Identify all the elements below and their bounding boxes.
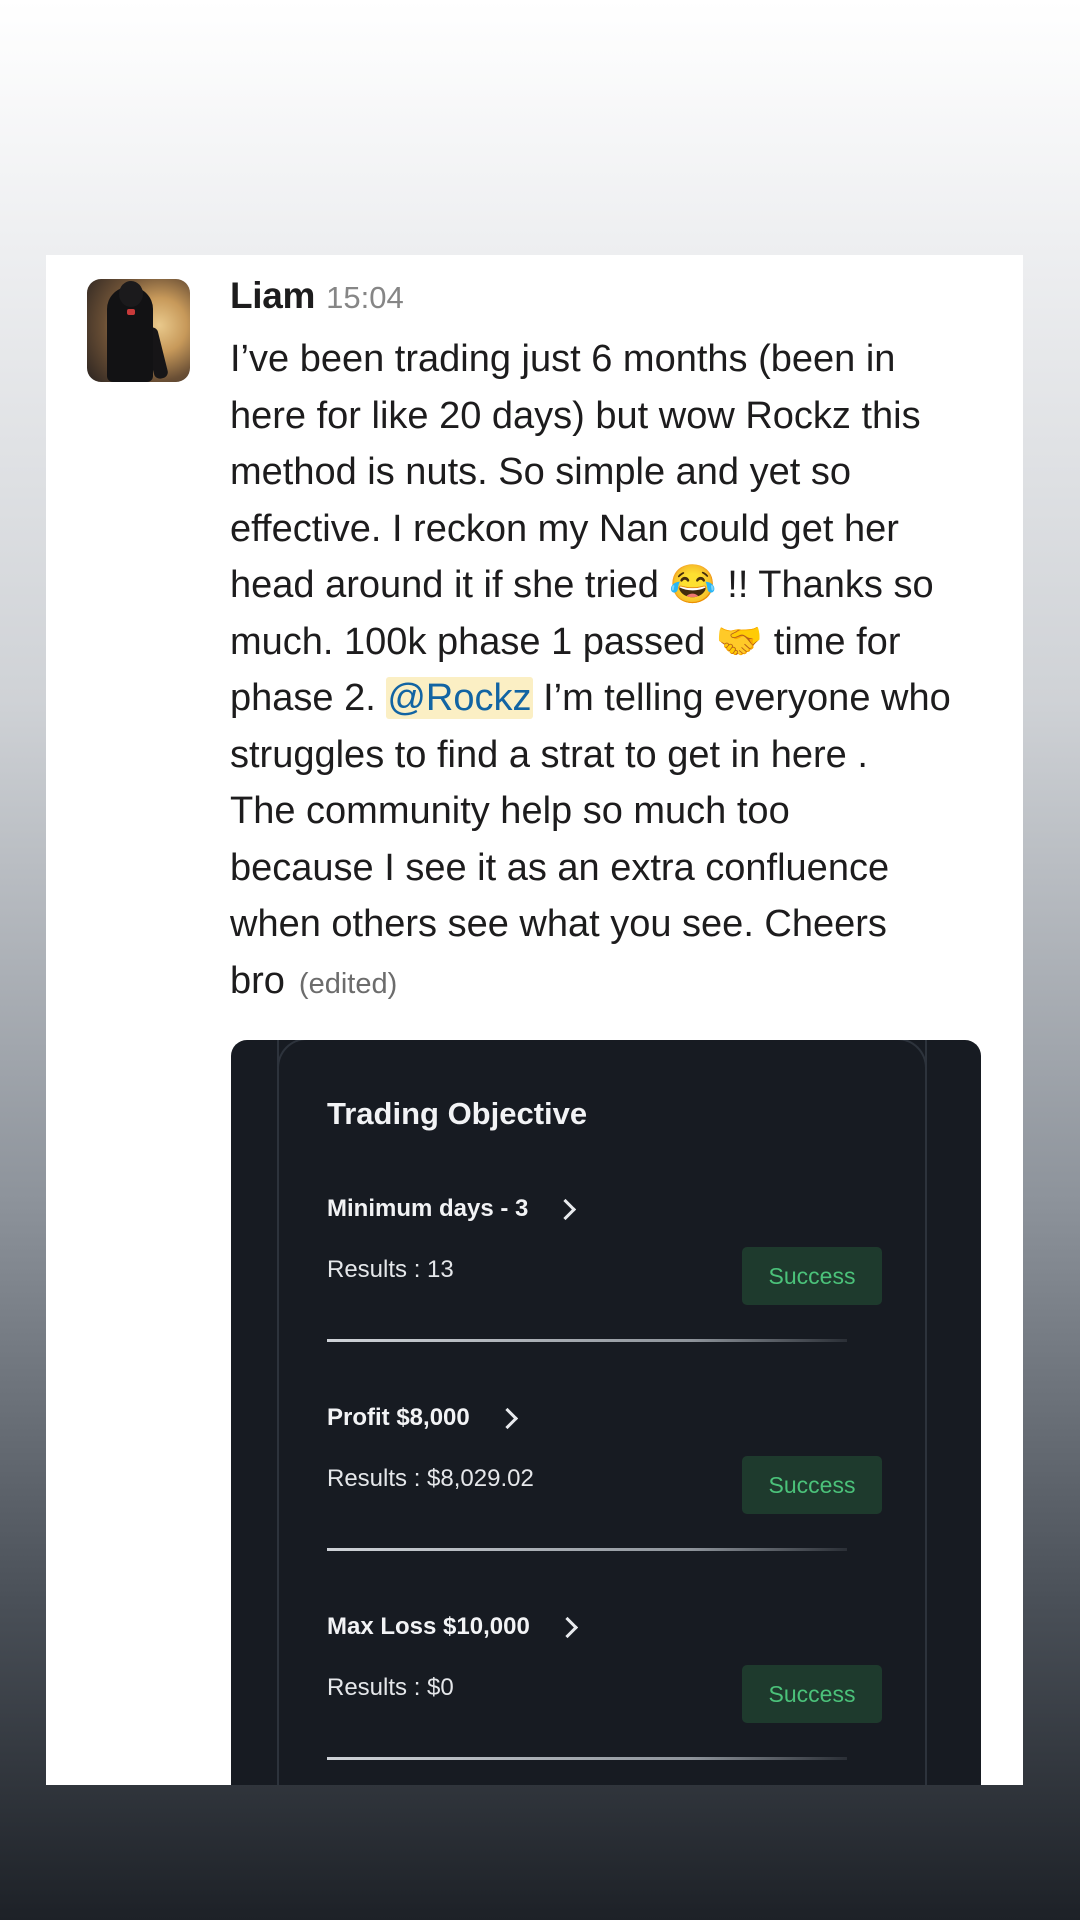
message-text: head around it if she tried xyxy=(230,564,659,606)
objective-result: Results : $8,029.02 xyxy=(327,1465,534,1492)
message-line: I’ve been trading just 6 months (been in xyxy=(230,338,896,380)
divider xyxy=(327,1339,847,1342)
message-timestamp[interactable]: 15:04 xyxy=(326,280,404,316)
message-text: !! Thanks so xyxy=(716,564,934,606)
laughing-emoji-icon: 😂 xyxy=(669,564,717,606)
message-text: phase 2. xyxy=(230,677,376,719)
status-badge: Success xyxy=(742,1247,882,1305)
message-line: here for like 20 days) but wow Rockz thi… xyxy=(230,394,921,437)
message-line: struggles to find a strat to get in here… xyxy=(230,733,868,776)
user-mention[interactable]: @Rockz xyxy=(386,677,533,719)
message-line: because I see it as an extra confluence xyxy=(230,846,890,889)
message-line: phase 2. @Rockz I’m telling everyone who xyxy=(230,670,1020,727)
edited-label: (edited) xyxy=(298,967,398,1000)
chevron-right-icon xyxy=(556,1616,578,1638)
attachment-title: Trading Objective xyxy=(327,1096,588,1131)
message-line: much. 100k phase 1 passed 🤝 time for xyxy=(230,614,1020,671)
message-line: method is nuts. So simple and yet so xyxy=(230,451,851,493)
image-attachment[interactable]: Trading Objective Minimum days - 3 Resul… xyxy=(231,1040,981,1785)
divider xyxy=(327,1757,847,1760)
avatar[interactable] xyxy=(87,279,190,382)
chevron-right-icon xyxy=(555,1198,577,1220)
author-name[interactable]: Liam xyxy=(230,275,315,317)
objective-row: Minimum days - 3 Results : 13 Success xyxy=(327,1195,887,1404)
message-card: Liam 15:04 I’ve been trading just 6 mont… xyxy=(46,255,1023,1785)
message-line: The community help so much too xyxy=(230,790,790,832)
objective-result: Results : 13 xyxy=(327,1256,454,1283)
message-text: I’m telling everyone who xyxy=(532,677,951,719)
objective-name-text: Minimum days - 3 xyxy=(327,1195,529,1222)
chevron-right-icon xyxy=(496,1407,518,1429)
message-line: head around it if she tried 😂 !! Thanks … xyxy=(230,557,1020,614)
objective-row: Profit $8,000 Results : $8,029.02 Succes… xyxy=(327,1404,887,1613)
objective-result: Results : $0 xyxy=(327,1674,454,1701)
message-text: time for xyxy=(763,620,901,663)
message-text: much. 100k phase 1 passed xyxy=(230,620,706,663)
objective-name: Minimum days - 3 xyxy=(327,1195,577,1223)
message-line: bro (edited) xyxy=(230,953,1020,1010)
message-text: bro xyxy=(230,959,285,1002)
objective-row: Max Loss $10,000 Results : $0 Success xyxy=(327,1613,887,1785)
handshake-emoji-icon: 🤝 xyxy=(715,620,764,663)
message-body: I’ve been trading just 6 months (been in… xyxy=(230,331,1020,1009)
message-line: effective. I reckon my Nan could get her xyxy=(230,507,899,550)
message-line: when others see what you see. Cheers xyxy=(230,903,887,945)
message-header: Liam 15:04 xyxy=(230,275,404,323)
avatar-photo-head xyxy=(119,281,143,307)
objective-name: Profit $8,000 xyxy=(327,1404,518,1432)
status-badge: Success xyxy=(742,1665,882,1723)
objective-name-text: Profit $8,000 xyxy=(327,1404,470,1431)
avatar-photo-accent xyxy=(127,309,135,315)
objective-name: Max Loss $10,000 xyxy=(327,1613,578,1641)
divider xyxy=(327,1548,847,1551)
objective-name-text: Max Loss $10,000 xyxy=(327,1613,530,1640)
status-badge: Success xyxy=(742,1456,882,1514)
